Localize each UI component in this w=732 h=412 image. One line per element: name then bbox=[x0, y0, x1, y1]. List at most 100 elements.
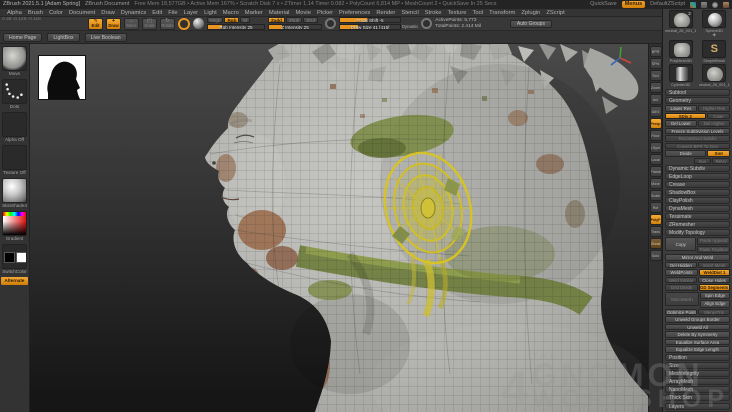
geometry-palette-header[interactable]: Geometry bbox=[665, 97, 730, 104]
menu-item[interactable]: Layer bbox=[181, 9, 202, 17]
menu-item[interactable]: Stencil bbox=[398, 9, 421, 17]
menu-item[interactable]: Zplugin bbox=[518, 9, 543, 17]
subpalette-header[interactable]: Tessimate bbox=[665, 213, 730, 220]
quicksave-label[interactable]: QuickSave bbox=[590, 0, 617, 9]
convert-bpr-button[interactable]: Convert BPR To Geo bbox=[665, 142, 730, 149]
shelf-button[interactable]: Trans bbox=[649, 226, 662, 237]
spin-edge-button[interactable]: Spin Edge bbox=[700, 291, 730, 299]
tool-slot-polymesh3d[interactable]: PolyMesh3D bbox=[665, 40, 697, 63]
modify-topology-header[interactable]: Modify Topology bbox=[665, 229, 730, 236]
shelf-button[interactable]: Scrl bbox=[649, 70, 662, 81]
color-picker[interactable]: Gradient bbox=[2, 211, 27, 242]
equalize-surface-area-button[interactable]: Equalize Surface Area bbox=[665, 338, 730, 345]
texture-thumbnail[interactable] bbox=[2, 145, 27, 170]
del-lower-button[interactable]: Del Lower bbox=[665, 120, 697, 127]
current-tool[interactable]: 2 neutral_26_001_1 bbox=[665, 10, 697, 39]
subpalette-header[interactable]: ArrayMesh bbox=[665, 378, 730, 386]
draw-size-ring-icon[interactable] bbox=[421, 18, 433, 29]
tool-slot-sphere3d[interactable]: Sphere3D ✦ bbox=[699, 10, 731, 39]
alpha-preview[interactable] bbox=[38, 55, 86, 100]
grid-icon[interactable] bbox=[701, 1, 707, 8]
sphere-icon[interactable] bbox=[712, 1, 718, 8]
shelf-button[interactable]: Frame bbox=[649, 166, 662, 177]
texture-selector[interactable]: Texture Off bbox=[2, 145, 27, 176]
subpalette-header[interactable]: Position bbox=[665, 353, 730, 361]
current-material-icon[interactable] bbox=[193, 18, 204, 29]
unweld-all-button[interactable]: Unweld All bbox=[665, 323, 730, 330]
weld-similar-button[interactable]: Weld Similar bbox=[665, 276, 697, 283]
switch-color[interactable]: SwitchColor bbox=[2, 244, 27, 275]
edit-button[interactable]: ✎ Edit bbox=[88, 17, 103, 30]
tool-slot-simplebrush[interactable]: S SimpleBrush bbox=[699, 40, 731, 63]
menu-item[interactable]: Dynamics bbox=[118, 9, 149, 17]
subpalette-header[interactable]: Layers bbox=[665, 402, 730, 410]
paste-replace-button[interactable]: Paste Replace bbox=[697, 245, 730, 253]
gd-segments-slider[interactable]: GD Segments 3 bbox=[699, 284, 730, 291]
menu-item[interactable]: Stroke bbox=[422, 9, 445, 17]
shelf-button[interactable]: Solo bbox=[649, 250, 662, 261]
subpalette-header[interactable]: NanoMesh bbox=[665, 386, 730, 394]
primary-color-swatch[interactable] bbox=[4, 252, 15, 263]
auto-groups-button[interactable]: Auto Groups bbox=[509, 19, 552, 28]
freeze-subdivision-button[interactable]: Freeze SubDivision Levels bbox=[665, 127, 730, 134]
material-selector[interactable]: SkinShade4 bbox=[2, 178, 27, 209]
weld-dist-slider[interactable]: WeldDist 1 bbox=[699, 269, 730, 276]
shelf-button[interactable]: LSym bbox=[649, 142, 662, 153]
align-edge-button[interactable]: Align Edge bbox=[700, 300, 730, 308]
menu-item[interactable]: Texture bbox=[445, 9, 470, 17]
micromesh-button[interactable]: MicroMesh bbox=[665, 291, 699, 306]
menu-item[interactable]: Macro bbox=[220, 9, 242, 17]
shelf-button[interactable]: Move bbox=[649, 178, 662, 189]
tool-slot-neutral-head[interactable]: neutral_26_001_1 bbox=[699, 64, 731, 87]
subpalette-header[interactable]: Size bbox=[665, 361, 730, 369]
m-toggle[interactable]: M bbox=[240, 17, 251, 23]
menu-item[interactable]: Document bbox=[66, 9, 98, 17]
menu-item[interactable]: Render bbox=[373, 9, 398, 17]
menus-button[interactable]: Menus bbox=[621, 1, 646, 8]
color-swatches[interactable] bbox=[2, 244, 27, 269]
alternate-button[interactable]: Alternate bbox=[1, 277, 28, 285]
shelf-button[interactable]: Floor bbox=[649, 130, 662, 141]
suv-toggle[interactable]: Suv bbox=[693, 157, 712, 164]
brush-selector[interactable]: Move bbox=[2, 46, 27, 77]
scale-button[interactable]: ◰ Scale bbox=[142, 17, 157, 30]
shelf-button[interactable]: Zoom bbox=[649, 82, 662, 93]
subpalette-header[interactable]: Thick Skin bbox=[665, 394, 730, 402]
subpalette-header[interactable]: Dynamic Subdiv bbox=[665, 165, 730, 172]
subpalette-header[interactable]: ClayPolish bbox=[665, 197, 730, 204]
weld-points-button[interactable]: WeldPoints bbox=[665, 269, 698, 276]
alpha-thumbnail[interactable] bbox=[2, 112, 27, 137]
cage-button[interactable]: Cage bbox=[706, 112, 730, 119]
rgb-toggle[interactable]: Rgb bbox=[224, 17, 240, 23]
equalize-edge-length-button[interactable]: Equalize Edge Length bbox=[665, 346, 730, 353]
shelf-button[interactable]: Scale bbox=[649, 190, 662, 201]
material-thumbnail[interactable] bbox=[2, 178, 27, 203]
menu-item[interactable]: Edit bbox=[149, 9, 165, 17]
zadd-toggle[interactable]: Zadd bbox=[268, 17, 285, 23]
subpalette-header[interactable]: DynaMesh bbox=[665, 205, 730, 212]
menu-item[interactable]: Draw bbox=[98, 9, 118, 17]
subtool-palette-header[interactable]: Subtool bbox=[665, 89, 730, 96]
menu-item[interactable]: Movie bbox=[292, 9, 313, 17]
live-boolean-button[interactable]: Live Boolean bbox=[84, 32, 127, 42]
stroke-selector[interactable]: Dots bbox=[2, 79, 27, 110]
stroke-thumbnail[interactable] bbox=[2, 79, 27, 104]
del-hidden-button[interactable]: Del Hidden bbox=[665, 261, 697, 268]
shelf-button[interactable]: AA½ bbox=[649, 106, 662, 117]
shelf-button[interactable]: Rot bbox=[649, 202, 662, 213]
shelf-button[interactable]: SPix bbox=[649, 58, 662, 69]
mrgb-toggle[interactable]: Mrgb bbox=[207, 17, 224, 23]
smt-toggle[interactable]: Smt bbox=[707, 150, 730, 157]
zcut-toggle[interactable]: Zcut bbox=[303, 17, 319, 23]
subpalette-header[interactable]: ZRemesher bbox=[665, 221, 730, 228]
shelf-button[interactable]: PolyF bbox=[649, 214, 662, 225]
move-button[interactable]: ↔ Move bbox=[124, 17, 139, 30]
document-icon[interactable] bbox=[723, 1, 729, 8]
secondary-color-swatch[interactable] bbox=[16, 252, 26, 263]
menu-item[interactable]: Alpha bbox=[4, 9, 25, 17]
sdiv-slider[interactable]: SDiv 2 bbox=[665, 112, 706, 119]
grid-divide-button[interactable]: Grid Divide bbox=[665, 284, 698, 291]
merge-tris-button[interactable]: MergeTris bbox=[698, 308, 730, 315]
lightbox-button[interactable]: LightBox bbox=[47, 32, 80, 42]
higher-res-button[interactable]: Higher Res bbox=[698, 105, 730, 112]
